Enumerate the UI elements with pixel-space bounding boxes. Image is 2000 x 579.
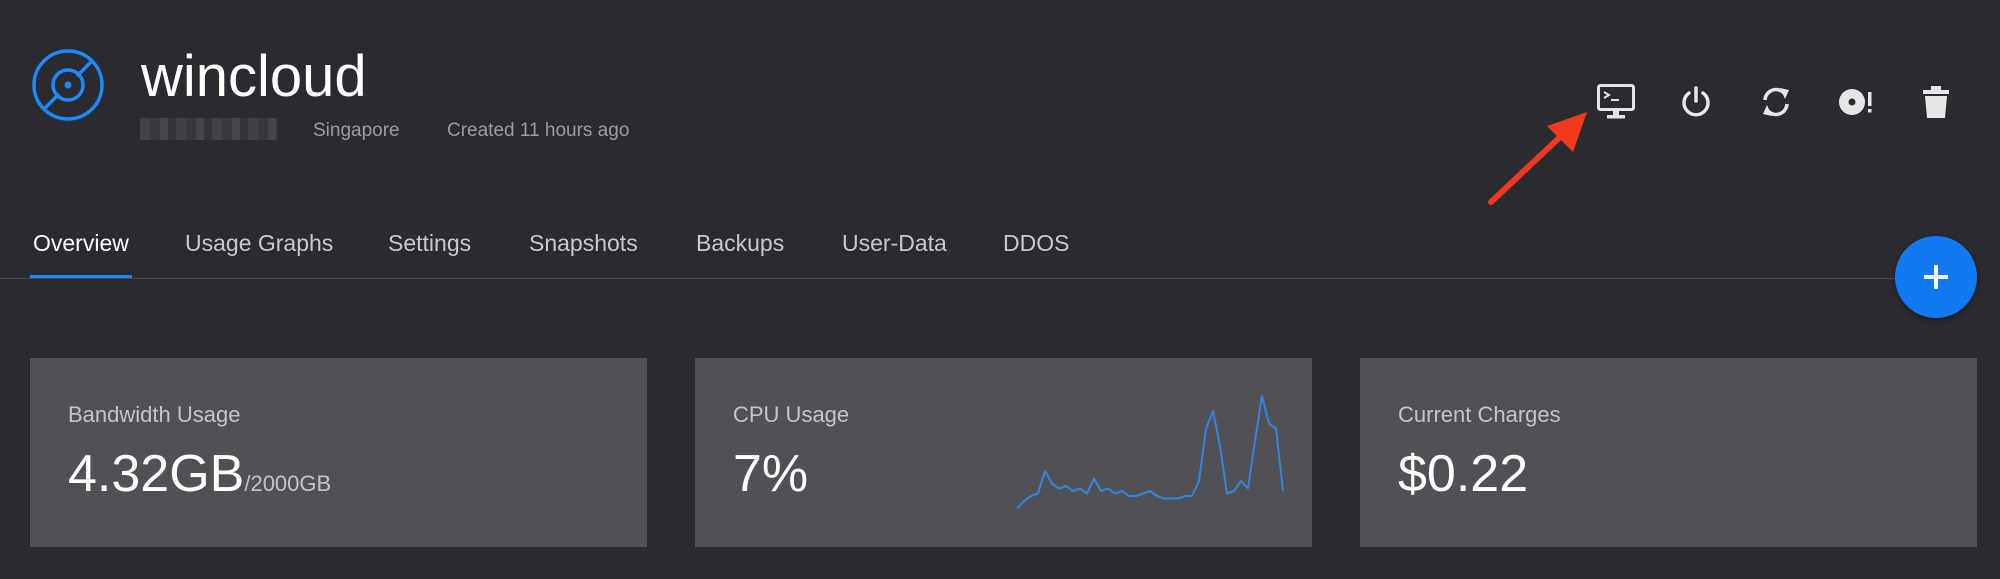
monitor-console-icon — [1597, 84, 1635, 119]
server-name: wincloud — [141, 44, 367, 109]
tab-ddos[interactable]: DDOS — [1003, 230, 1069, 257]
bandwidth-limit: /2000GB — [244, 471, 332, 496]
plus-icon — [1924, 265, 1948, 289]
cpu-card: CPU Usage 7% — [695, 358, 1312, 547]
tab-snapshots[interactable]: Snapshots — [529, 230, 638, 257]
bandwidth-card: Bandwidth Usage 4.32GB/2000GB — [30, 358, 647, 547]
charges-label: Current Charges — [1398, 402, 1561, 427]
bandwidth-label: Bandwidth Usage — [68, 402, 241, 427]
annotation-arrow-icon — [1488, 112, 1587, 205]
cpu-value: 7% — [733, 445, 809, 503]
charges-card: Current Charges $0.22 — [1360, 358, 1977, 547]
cpu-label: CPU Usage — [733, 402, 850, 427]
tab-usage-graphs[interactable]: Usage Graphs — [185, 230, 333, 257]
server-actions — [1594, 80, 1964, 124]
add-button[interactable] — [1895, 236, 1977, 318]
bandwidth-used: 4.32GB — [68, 445, 245, 503]
cpu-sparkline — [1016, 395, 1284, 510]
server-ip-redacted — [140, 118, 278, 140]
trash-icon — [1923, 86, 1949, 118]
charges-value: $0.22 — [1398, 445, 1529, 503]
power-button[interactable] — [1674, 80, 1718, 124]
server-created: Created 11 hours ago — [447, 120, 630, 141]
bandwidth-value: 4.32GB/2000GB — [68, 444, 331, 514]
tab-bar: Overview Usage Graphs Settings Snapshots… — [0, 222, 1930, 279]
console-button[interactable] — [1594, 80, 1638, 124]
tab-overview[interactable]: Overview — [33, 230, 129, 257]
active-tab-indicator — [30, 275, 132, 278]
refresh-icon — [1763, 87, 1789, 117]
server-location: Singapore — [313, 120, 400, 141]
tab-backups[interactable]: Backups — [696, 230, 784, 257]
server-icon — [32, 49, 104, 121]
reinstall-button[interactable] — [1834, 80, 1878, 124]
cpu-sparkline-line — [1016, 395, 1284, 510]
restart-button[interactable] — [1754, 80, 1798, 124]
destroy-button[interactable] — [1914, 80, 1958, 124]
disc-alert-icon — [1839, 89, 1872, 115]
tab-user-data[interactable]: User-Data — [842, 230, 947, 257]
tab-settings[interactable]: Settings — [388, 230, 471, 257]
power-icon — [1682, 86, 1710, 117]
